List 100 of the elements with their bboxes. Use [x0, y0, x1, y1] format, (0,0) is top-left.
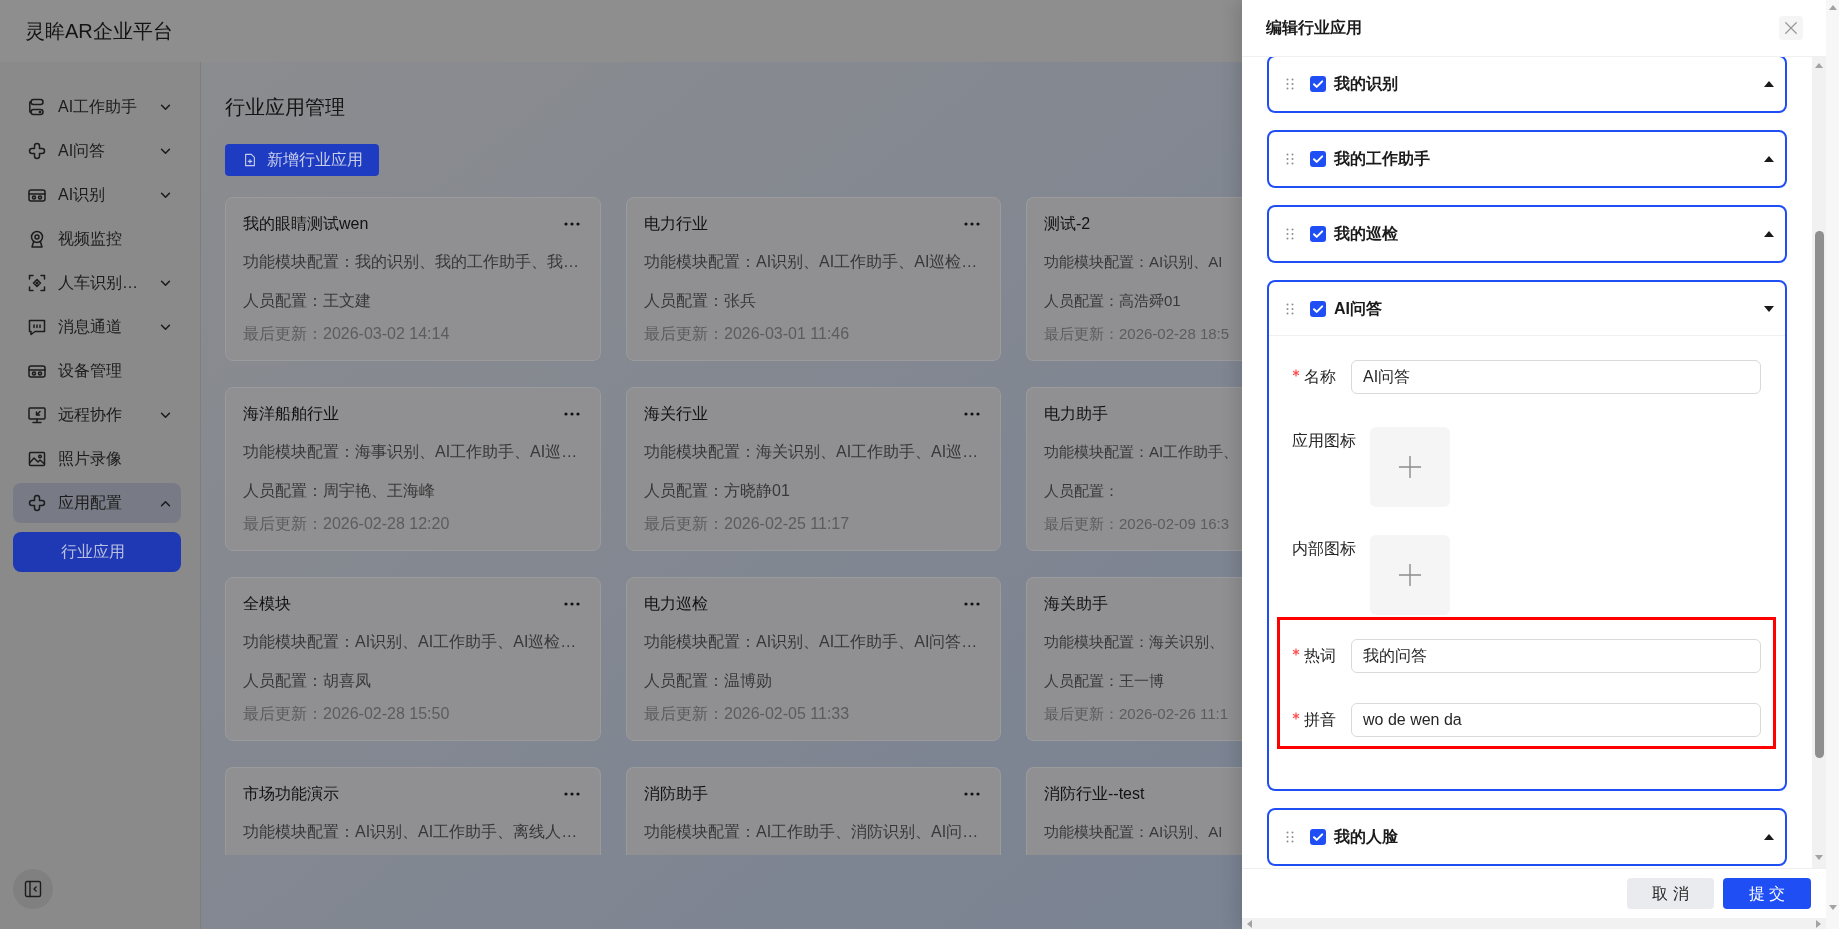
chat-icon — [27, 317, 47, 337]
collapse-panel[interactable]: 我的巡检 — [1267, 205, 1787, 263]
app-card[interactable]: 消防助手 功能模块配置：AI工作助手、消防识别、AI问… — [626, 767, 1001, 855]
plus-icon — [1398, 563, 1422, 587]
collapse-panel[interactable]: 我的工作助手 — [1267, 130, 1787, 188]
field-label: 内部图标 — [1292, 539, 1356, 559]
personnel-text: 人员配置： — [1044, 481, 1119, 501]
personnel-text: 人员配置：王文建 — [243, 291, 371, 311]
modules-text: 功能模块配置：AI识别、AI工作助手、AI巡检… — [243, 632, 577, 652]
modules-text: 功能模块配置：AI工作助手、 — [1044, 442, 1239, 462]
card-title: 电力巡检 — [644, 594, 708, 614]
text-field[interactable]: AI问答 — [1351, 360, 1761, 394]
sidebar-item[interactable]: AI识别 — [13, 175, 181, 215]
panel-title: AI问答 — [1334, 298, 1382, 319]
card-title: 消防行业--test — [1044, 784, 1145, 804]
modules-text: 功能模块配置：我的识别、我的工作助手、我… — [243, 252, 579, 272]
personnel-text: 人员配置：温博勋 — [644, 671, 772, 691]
more-icon[interactable] — [564, 792, 580, 796]
app-title: 灵眸AR企业平台 — [25, 19, 173, 44]
sidebar-subitem[interactable]: 行业应用 — [13, 532, 181, 572]
app-card[interactable]: 市场功能演示 功能模块配置：AI识别、AI工作助手、离线人… — [225, 767, 601, 855]
collapse-panel[interactable]: AI问答 名称 AI问答 应用图标 内部图标 热词 我的问答 拼音 wo de wen da — [1267, 280, 1787, 791]
personnel-text: 人员配置：王一博 — [1044, 671, 1164, 691]
field-label: 名称 — [1304, 367, 1336, 387]
text-field[interactable]: wo de wen da — [1351, 703, 1761, 737]
card-title: 电力行业 — [644, 214, 708, 234]
sidebar-collapse-icon — [24, 880, 42, 898]
panel-title: 我的巡检 — [1334, 224, 1398, 244]
personnel-text: 人员配置：张兵 — [644, 291, 756, 311]
drag-handle-icon[interactable] — [1286, 302, 1294, 315]
sidebar-item[interactable]: 照片录像 — [13, 439, 181, 479]
sidebar-item[interactable]: AI工作助手 — [13, 87, 181, 127]
drag-handle-icon[interactable] — [1286, 153, 1294, 165]
checkbox[interactable] — [1310, 300, 1326, 317]
sidebar-item[interactable]: 远程协作 — [13, 395, 181, 435]
modules-text: 功能模块配置：海事识别、AI工作助手、AI巡… — [243, 442, 578, 462]
modules-text: 功能模块配置：海关识别、 — [1044, 632, 1224, 652]
text-field[interactable]: 我的问答 — [1351, 639, 1761, 673]
close-icon — [1784, 21, 1798, 35]
add-button[interactable]: 新增行业应用 — [225, 144, 379, 176]
collapse-panel[interactable]: 我的识别 — [1267, 57, 1787, 113]
more-icon[interactable] — [564, 412, 580, 416]
personnel-text: 人员配置：周宇艳、王海峰 — [243, 481, 435, 501]
collapse-panel[interactable]: 我的人脸 — [1267, 808, 1787, 866]
personnel-text: 人员配置：方晓静01 — [644, 481, 790, 501]
card-title: 海关行业 — [644, 404, 708, 424]
more-icon[interactable] — [964, 412, 980, 416]
modules-text: 功能模块配置：AI识别、AI工作助手、离线人… — [243, 822, 578, 842]
card-title: 我的眼睛测试wen — [243, 214, 369, 234]
caret-up-icon[interactable] — [1764, 231, 1774, 237]
sidebar-item[interactable]: AI问答 — [13, 131, 181, 171]
caret-up-icon[interactable] — [1764, 81, 1774, 87]
sidebar-item[interactable]: 消息通道 — [13, 307, 181, 347]
field-label: 拼音 — [1304, 710, 1336, 730]
caret-up-icon[interactable] — [1764, 834, 1774, 840]
checkbox[interactable] — [1310, 76, 1326, 92]
personnel-text: 人员配置：高浩舜01 — [1044, 291, 1181, 311]
caret-up-icon[interactable] — [1764, 156, 1774, 162]
modules-text: 功能模块配置：海关识别、AI工作助手、AI巡… — [644, 442, 979, 462]
sidebar-item[interactable]: 设备管理 — [13, 351, 181, 391]
panel-title: 我的工作助手 — [1334, 149, 1430, 169]
drag-handle-icon[interactable] — [1286, 831, 1294, 843]
drag-handle-icon[interactable] — [1286, 78, 1294, 90]
sidebar-item[interactable]: 视频监控 — [13, 219, 181, 259]
close-button[interactable] — [1779, 16, 1803, 40]
plus-icon — [1398, 455, 1422, 479]
checkbox[interactable] — [1310, 829, 1326, 845]
modules-text: 功能模块配置：AI识别、AI工作助手、AI巡检… — [644, 252, 978, 272]
checkbox[interactable] — [1310, 226, 1326, 242]
image-icon — [27, 449, 47, 469]
file-plus-icon — [243, 153, 257, 167]
sidebar-item[interactable]: 人车识别… — [13, 263, 181, 303]
collapse-button[interactable] — [13, 869, 53, 909]
more-icon[interactable] — [564, 222, 580, 226]
scan-icon — [27, 273, 47, 293]
modules-text: 功能模块配置：AI识别、AI工作助手、AI问答… — [644, 632, 978, 652]
modules-text: 功能模块配置：AI识别、AI — [1044, 822, 1223, 842]
field-label: 热词 — [1304, 646, 1336, 666]
card-title: 市场功能演示 — [243, 784, 339, 804]
sidebar-item[interactable]: 应用配置 — [13, 483, 181, 523]
card-title: 消防助手 — [644, 784, 708, 804]
more-icon[interactable] — [964, 222, 980, 226]
card-title: 电力助手 — [1044, 404, 1108, 424]
card-title: 全模块 — [243, 594, 291, 614]
modules-text: 功能模块配置：AI工作助手、消防识别、AI问… — [644, 822, 979, 842]
submit-button[interactable]: 提 交 — [1723, 878, 1811, 909]
checkbox[interactable] — [1310, 151, 1326, 167]
more-icon[interactable] — [564, 602, 580, 606]
more-icon[interactable] — [964, 602, 980, 606]
drag-handle-icon[interactable] — [1286, 228, 1294, 240]
drawer-title: 编辑行业应用 — [1266, 18, 1362, 38]
card-title: 海关助手 — [1044, 594, 1108, 614]
flow-icon — [27, 97, 47, 117]
scrollbar-thumb[interactable] — [1814, 231, 1824, 758]
cancel-button[interactable]: 取 消 — [1627, 878, 1714, 909]
more-icon[interactable] — [964, 792, 980, 796]
monitor-icon — [27, 405, 47, 425]
caret-down-icon[interactable] — [1764, 305, 1774, 312]
card-title: 测试-2 — [1044, 214, 1091, 234]
app-card[interactable]: 消防行业--test 功能模块配置：AI识别、AI — [1026, 767, 1242, 855]
